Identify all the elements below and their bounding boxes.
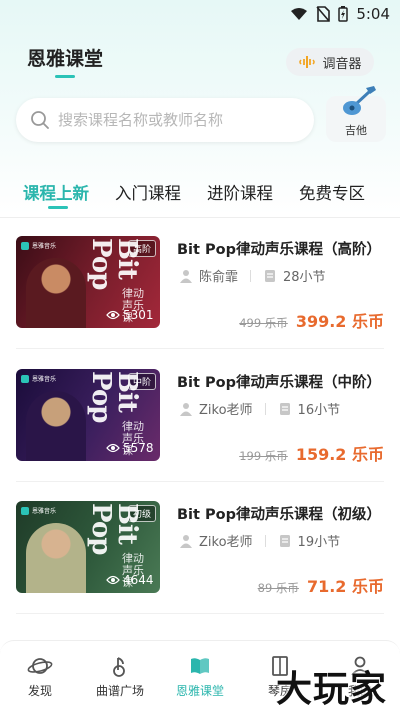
no-sim-icon	[316, 6, 331, 22]
view-count-value: 4644	[123, 573, 154, 587]
guitar-icon	[343, 86, 376, 115]
nav-item-discover[interactable]: 发现	[0, 641, 80, 712]
lesson-count: 16小节	[297, 403, 341, 418]
sale-price: 399.2 乐币	[295, 312, 384, 331]
planet-icon	[27, 658, 53, 674]
brand-logo	[21, 241, 29, 250]
nav-label: 恩雅课堂	[175, 684, 224, 698]
teacher-name: Ziko老师	[199, 403, 253, 418]
original-price: 89 乐币	[257, 581, 299, 595]
search-input[interactable]	[58, 111, 298, 129]
teacher-name: 陈俞霏	[199, 270, 239, 285]
title-underline	[55, 75, 75, 78]
tabs-divider	[0, 217, 400, 218]
teacher-icon	[180, 269, 192, 283]
course-thumbnail: 恩雅音乐 高阶 Bit Pop 律动声乐课 5301	[16, 236, 160, 328]
category-tabs: 课程上新 入门课程 进阶课程 免费专区	[0, 176, 400, 208]
lessons-icon	[279, 534, 290, 547]
book-icon	[191, 658, 209, 674]
view-count: 5301	[106, 308, 154, 322]
teacher-icon	[180, 534, 192, 548]
course-meta: 陈俞霏 28小节	[179, 266, 326, 285]
course-thumbnail: 恩雅音乐 初级 Bit Pop 律动声乐课 4644	[16, 501, 160, 593]
course-thumbnail-figure	[26, 523, 86, 593]
active-tab-indicator	[48, 206, 68, 209]
nav-item-classroom[interactable]: 恩雅课堂	[160, 641, 240, 712]
course-thumbnail-figure	[26, 258, 86, 328]
brand-mark: 恩雅音乐	[21, 241, 56, 250]
course-card[interactable]: 恩雅音乐 高阶 Bit Pop 律动声乐课 5301 Bit Pop律动声乐课程…	[0, 236, 400, 336]
tab-beginner-courses[interactable]: 入门课程	[115, 180, 181, 204]
nav-item-sheet-music[interactable]: 曲谱广场	[80, 641, 160, 712]
view-count-value: 5578	[123, 441, 154, 455]
course-card[interactable]: 恩雅音乐 中阶 Bit Pop 律动声乐课 5578 Bit Pop律动声乐课程…	[0, 369, 400, 469]
nav-label: 发现	[27, 684, 52, 698]
eye-icon	[106, 443, 120, 453]
view-count: 5578	[106, 441, 154, 455]
brand-name: 恩雅音乐	[32, 508, 57, 515]
page-title: 恩雅课堂	[27, 48, 104, 70]
search-bar[interactable]	[16, 98, 314, 142]
original-price: 199 乐币	[239, 449, 288, 463]
teacher-icon	[180, 402, 192, 416]
course-price: 499 乐币 399.2 乐币	[239, 308, 384, 332]
course-meta: Ziko老师 16小节	[179, 399, 340, 418]
list-divider	[16, 348, 384, 349]
view-count: 4644	[106, 573, 154, 587]
meta-separator	[264, 534, 266, 547]
battery-icon	[338, 6, 349, 22]
lessons-icon	[279, 402, 290, 415]
sale-price: 71.2 乐币	[306, 577, 384, 596]
lesson-count: 19小节	[297, 535, 341, 550]
eye-icon	[106, 310, 120, 320]
instrument-switch-button[interactable]: 吉他	[326, 86, 386, 142]
brand-logo	[21, 374, 29, 383]
course-card[interactable]: 恩雅音乐 初级 Bit Pop 律动声乐课 4644 Bit Pop律动声乐课程…	[0, 501, 400, 601]
teacher-name: Ziko老师	[199, 535, 253, 550]
lesson-count: 28小节	[283, 270, 326, 285]
status-bar: 5:04	[0, 0, 400, 28]
search-icon	[31, 111, 49, 129]
meta-separator	[264, 402, 266, 415]
course-thumbnail: 恩雅音乐 中阶 Bit Pop 律动声乐课 5578	[16, 369, 160, 461]
course-price: 199 乐币 159.2 乐币	[239, 441, 384, 465]
course-meta: Ziko老师 19小节	[179, 531, 340, 550]
tab-new-courses[interactable]: 课程上新	[23, 180, 89, 204]
music-note-icon	[113, 657, 125, 677]
status-time: 5:04	[356, 5, 390, 23]
original-price: 499 乐币	[239, 316, 288, 330]
eye-icon	[106, 575, 120, 585]
course-title: Bit Pop律动声乐课程（初级）	[177, 507, 381, 523]
brand-mark: 恩雅音乐	[21, 374, 56, 383]
brand-logo	[21, 506, 29, 515]
brand-mark: 恩雅音乐	[21, 506, 56, 515]
course-thumbnail-figure	[26, 391, 86, 461]
tuner-icon	[299, 56, 316, 68]
list-divider	[16, 613, 384, 614]
instrument-label: 吉他	[345, 124, 367, 137]
nav-label: 曲谱广场	[95, 684, 144, 698]
tab-free-zone[interactable]: 免费专区	[299, 180, 365, 204]
lessons-icon	[265, 269, 276, 282]
watermark-text: 大玩家	[276, 669, 388, 710]
list-divider	[16, 481, 384, 482]
brand-name: 恩雅音乐	[32, 376, 57, 383]
wifi-icon	[291, 8, 308, 20]
tuner-button[interactable]: 调音器	[286, 48, 374, 76]
course-price: 89 乐币 71.2 乐币	[258, 573, 384, 597]
tab-advanced-courses[interactable]: 进阶课程	[207, 180, 273, 204]
course-title: Bit Pop律动声乐课程（中阶）	[177, 375, 381, 391]
view-count-value: 5301	[123, 308, 154, 322]
brand-name: 恩雅音乐	[32, 243, 57, 250]
course-title: Bit Pop律动声乐课程（高阶）	[177, 242, 381, 258]
tuner-label: 调音器	[322, 56, 362, 72]
sale-price: 159.2 乐币	[295, 445, 384, 464]
meta-separator	[250, 269, 252, 282]
